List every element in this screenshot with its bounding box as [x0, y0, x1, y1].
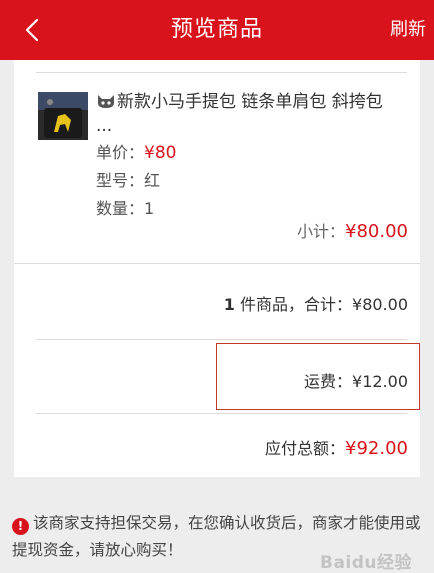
cat-logo-icon: [98, 95, 114, 108]
refresh-button[interactable]: 刷新: [390, 0, 426, 60]
subtotal-row: 小计：¥80.00: [297, 218, 408, 242]
quantity-value: 1: [144, 199, 155, 218]
shipping-label: 运费：: [304, 372, 353, 391]
quantity-row: 数量：1: [96, 195, 154, 219]
product-thumbnail[interactable]: [38, 92, 88, 140]
divider: [36, 413, 407, 414]
top-bar: 预览商品 刷新: [0, 0, 434, 60]
item-count: 1: [223, 295, 235, 314]
exclamation-circle-icon: !: [12, 518, 29, 535]
items-summary: 1 件商品，合计：¥80.00: [224, 291, 408, 315]
items-summary-text: 件商品，合计：¥80.00: [234, 295, 408, 314]
unit-price-value: ¥80: [144, 143, 177, 163]
watermark: Baidu经验: [320, 553, 413, 573]
subtotal-value: ¥80.00: [345, 221, 408, 242]
product-title[interactable]: 新款小马手提包 链条单肩包 斜挎包 ...: [96, 90, 386, 138]
quantity-label: 数量：: [96, 199, 145, 218]
divider: [14, 263, 420, 264]
total-value: ¥92.00: [345, 438, 408, 459]
product-title-text: 新款小马手提包 链条单肩包 斜挎包 ...: [96, 92, 383, 136]
divider: [36, 72, 407, 73]
total-row: 应付总额：¥92.00: [265, 435, 408, 459]
total-label: 应付总额：: [265, 439, 346, 458]
shipping-row: 运费：¥12.00: [304, 368, 408, 392]
divider: [36, 339, 407, 340]
unit-price-row: 单价：¥80: [96, 139, 176, 163]
page-title: 预览商品: [170, 17, 263, 42]
model-row: 型号：红: [96, 167, 160, 191]
bag-image: [38, 92, 88, 140]
model-label: 型号：: [96, 171, 145, 190]
subtotal-label: 小计：: [297, 222, 346, 241]
order-preview-card: 新款小马手提包 链条单肩包 斜挎包 ... 单价：¥80 型号：红 数量：1 小…: [14, 60, 420, 477]
shipping-value: ¥12.00: [352, 372, 408, 391]
model-value: 红: [144, 171, 161, 190]
unit-price-label: 单价：: [96, 143, 145, 162]
